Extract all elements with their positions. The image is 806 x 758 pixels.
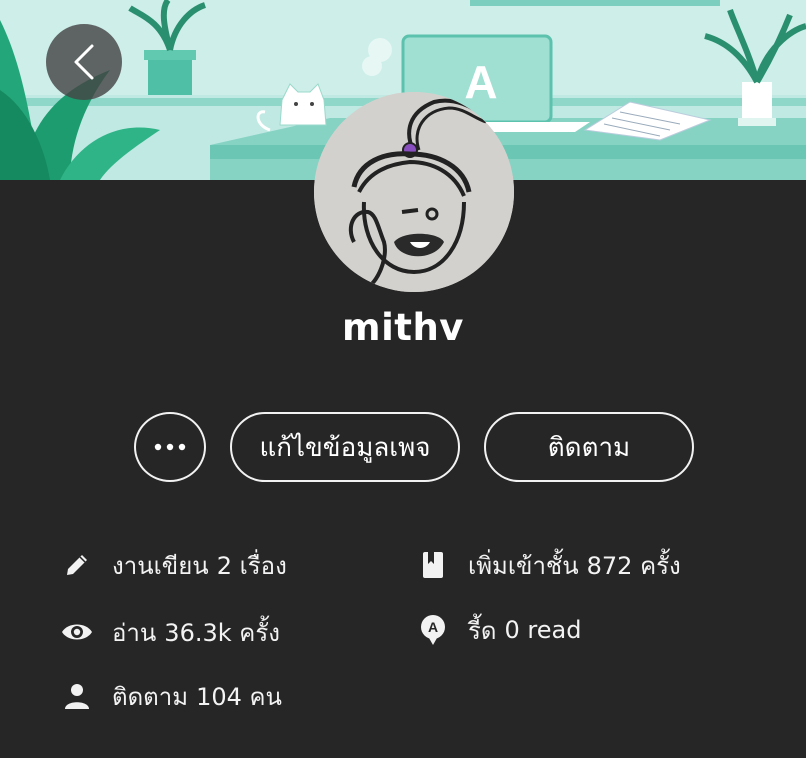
follow-button[interactable]: ติดตาม xyxy=(484,412,694,482)
stat-shelf-label: เพิ่มเข้าชั้น xyxy=(468,551,579,580)
stat-followers-value: 104 คน xyxy=(196,682,282,711)
edit-page-button[interactable]: แก้ไขข้อมูลเพจ xyxy=(230,412,460,482)
avatar-sketch xyxy=(314,92,514,292)
stat-shelf: เพิ่มเข้าชั้น 872 ครั้ง xyxy=(416,545,681,585)
stat-coins: A รี้ด 0 read xyxy=(416,610,581,650)
stat-shelf-value: 872 ครั้ง xyxy=(586,551,681,580)
stat-works-label: งานเขียน xyxy=(112,551,209,580)
stat-reads-value: 36.3k ครั้ง xyxy=(164,618,280,647)
stat-followers-label: ติดตาม xyxy=(112,682,189,711)
stat-works: งานเขียน 2 เรื่อง xyxy=(60,545,287,585)
back-button[interactable] xyxy=(46,24,122,100)
stat-works-value: 2 เรื่อง xyxy=(216,551,287,580)
ellipsis-icon xyxy=(154,443,186,451)
follow-label: ติดตาม xyxy=(547,432,631,463)
stat-coins-label: รี้ด xyxy=(468,616,497,645)
read-coin-icon: A xyxy=(416,613,450,647)
chevron-left-icon xyxy=(74,44,94,80)
profile-avatar[interactable] xyxy=(314,92,514,292)
edit-page-label: แก้ไขข้อมูลเพจ xyxy=(259,432,431,463)
more-options-button[interactable] xyxy=(134,412,206,482)
svg-text:A: A xyxy=(428,619,438,635)
stat-followers: ติดตาม 104 คน xyxy=(60,676,282,716)
stat-reads: อ่าน 36.3k ครั้ง xyxy=(60,612,280,652)
stat-reads-label: อ่าน xyxy=(112,618,157,647)
pencil-icon xyxy=(60,548,94,582)
profile-username: mithv xyxy=(342,306,464,349)
laptop-logo-letter: A xyxy=(464,56,497,108)
person-icon xyxy=(60,679,94,713)
stat-coins-value: 0 read xyxy=(504,616,582,644)
eye-icon xyxy=(60,615,94,649)
bookmark-icon xyxy=(416,548,450,582)
